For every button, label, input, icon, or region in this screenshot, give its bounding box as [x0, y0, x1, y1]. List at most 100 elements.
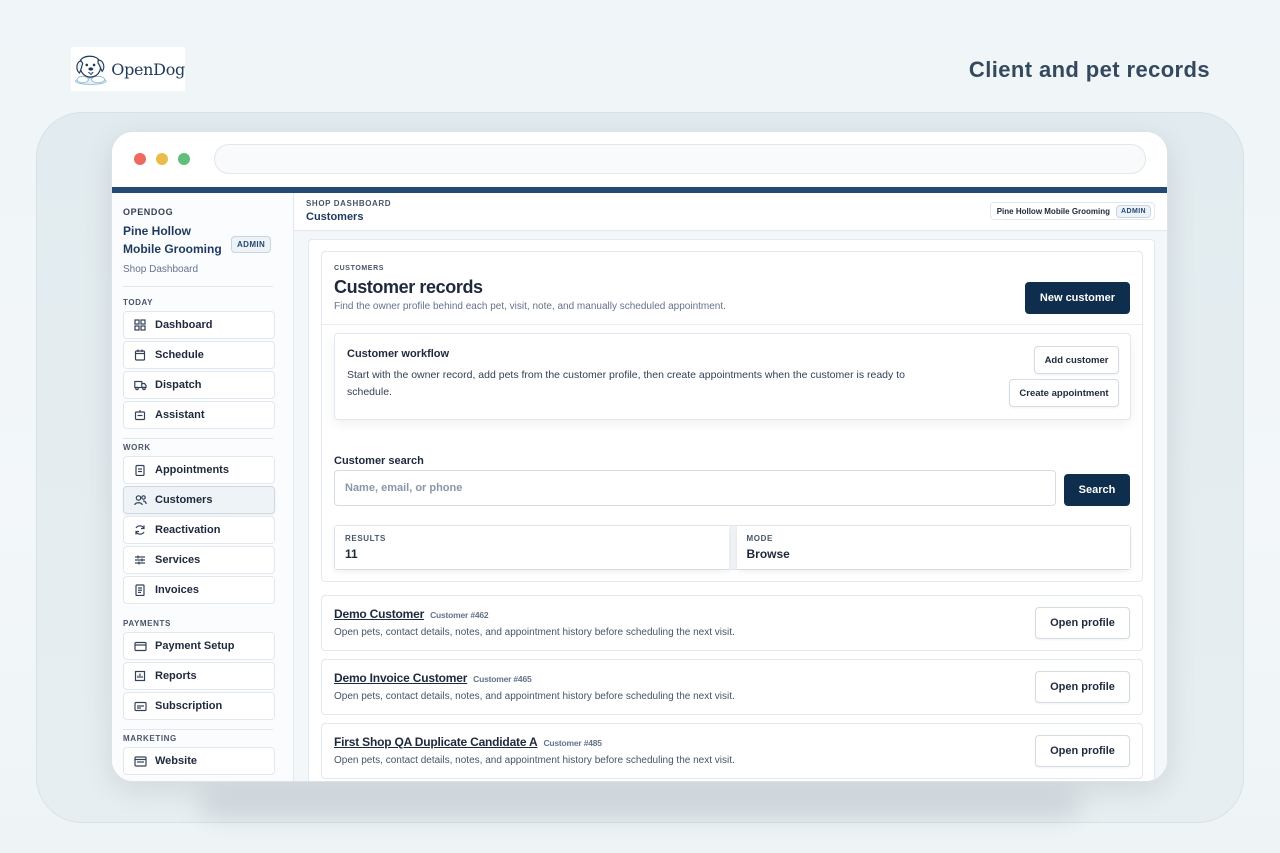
new-customer-button[interactable]: New customer — [1025, 282, 1130, 314]
brand-logo-text: OpenDog — [111, 59, 185, 79]
workflow-text: Start with the owner record, add pets fr… — [347, 369, 905, 398]
brand-logo: OpenDog — [71, 47, 185, 91]
address-bar[interactable] — [214, 144, 1146, 174]
open-profile-button[interactable]: Open profile — [1035, 735, 1130, 767]
sidebar-item-label: Reports — [155, 670, 197, 682]
dog-logo-icon — [75, 55, 107, 85]
card-icon — [133, 699, 147, 713]
document-icon — [133, 583, 147, 597]
hero-divider — [322, 324, 1142, 325]
sidebar-shop: Pine Hollow Mobile Grooming ADMIN — [123, 222, 293, 258]
clipboard-icon — [133, 463, 147, 477]
customer-name-link[interactable]: Demo Customer — [334, 607, 424, 621]
sidebar-eyebrow: OPENDOG — [123, 207, 174, 217]
mode-value: Browse — [746, 547, 790, 561]
top-bar: SHOP DASHBOARD Customers Pine Hollow Mob… — [294, 193, 1167, 231]
main-content: SHOP DASHBOARD Customers Pine Hollow Mob… — [294, 193, 1167, 781]
results-stat: RESULTS 11 — [335, 526, 729, 569]
calendar-icon — [133, 348, 147, 362]
sidebar-item-label: Website — [155, 755, 197, 767]
customer-description: Open pets, contact details, notes, and a… — [334, 755, 735, 766]
sidebar-item-invoices[interactable]: Invoices — [123, 576, 275, 604]
sidebar-item-label: Schedule — [155, 349, 204, 361]
sidebar-item-appointments[interactable]: Appointments — [123, 456, 275, 484]
customer-search-input[interactable] — [334, 470, 1056, 506]
browser-window: OPENDOG Pine Hollow Mobile Grooming ADMI… — [111, 131, 1168, 782]
sidebar-item-payment-setup[interactable]: Payment Setup — [123, 632, 275, 660]
sidebar-divider — [123, 286, 273, 287]
workflow-title: Customer workflow — [347, 348, 450, 360]
dashboard-icon — [133, 318, 147, 332]
sidebar-item-subscription[interactable]: Subscription — [123, 692, 275, 720]
create-appointment-button[interactable]: Create appointment — [1009, 379, 1119, 407]
sidebar-subtitle: Shop Dashboard — [123, 264, 199, 275]
refresh-icon — [133, 523, 147, 537]
customer-description: Open pets, contact details, notes, and a… — [334, 627, 735, 638]
sidebar-item-label: Customers — [155, 494, 213, 506]
sidebar-item-label: Subscription — [155, 700, 223, 712]
sidebar-item-dispatch[interactable]: Dispatch — [123, 371, 275, 399]
sidebar-item-label: Dashboard — [155, 319, 213, 331]
shop-switcher[interactable]: Pine Hollow Mobile Grooming ADMIN — [989, 202, 1155, 220]
search-button[interactable]: Search — [1064, 474, 1130, 506]
credit-card-icon — [133, 639, 147, 653]
sidebar-divider — [123, 438, 273, 439]
browser-icon — [133, 754, 147, 768]
page-headline: Client and pet records — [968, 57, 1210, 82]
customer-name-link[interactable]: Demo Invoice Customer — [334, 671, 467, 685]
sidebar-item-label: Payment Setup — [155, 640, 235, 652]
role-badge: ADMIN — [1116, 204, 1151, 218]
content-panel: CUSTOMERS Customer records Find the owne… — [308, 239, 1155, 781]
add-customer-button[interactable]: Add customer — [1034, 346, 1119, 374]
customers-header-card: CUSTOMERS Customer records Find the owne… — [321, 251, 1143, 582]
customer-id: Customer #485 — [543, 738, 602, 748]
users-icon — [133, 493, 147, 507]
sidebar-item-reports[interactable]: Reports — [123, 662, 275, 690]
role-badge: ADMIN — [231, 236, 272, 253]
results-value: 11 — [345, 547, 358, 561]
sidebar-divider — [123, 729, 273, 730]
sidebar-item-schedule[interactable]: Schedule — [123, 341, 275, 369]
open-profile-button[interactable]: Open profile — [1035, 671, 1130, 703]
workflow-card: Customer workflow Start with the owner r… — [334, 333, 1131, 420]
sidebar-item-label: Invoices — [155, 584, 200, 596]
app-shell: OPENDOG Pine Hollow Mobile Grooming ADMI… — [112, 193, 1167, 781]
stats-strip: RESULTS 11 MODE Browse — [334, 525, 1131, 570]
sidebar-item-assistant[interactable]: Assistant — [123, 401, 275, 429]
section-payments: PAYMENTS — [123, 619, 171, 628]
sidebar-item-website[interactable]: Website — [123, 747, 275, 775]
sidebar-item-label: Appointments — [155, 464, 229, 476]
hero-eyebrow: CUSTOMERS — [334, 265, 384, 272]
sidebar-item-label: Reactivation — [155, 524, 221, 536]
list-item: Demo Invoice Customer Customer #465 Open … — [321, 659, 1143, 715]
customer-id: Customer #462 — [430, 610, 489, 620]
bot-icon — [133, 408, 147, 422]
browser-chrome — [112, 132, 1167, 187]
sidebar-item-label: Dispatch — [155, 379, 202, 391]
list-item: Demo Customer Customer #462 Open pets, co… — [321, 595, 1143, 651]
sidebar-item-label: Services — [155, 554, 201, 566]
sidebar: OPENDOG Pine Hollow Mobile Grooming ADMI… — [112, 193, 294, 781]
frame-shadow — [200, 790, 1080, 820]
search-label: Customer search — [334, 455, 424, 467]
truck-icon — [133, 378, 147, 392]
page-subtitle: Find the owner profile behind each pet, … — [334, 301, 726, 312]
section-work: WORK — [123, 443, 151, 452]
list-item: First Shop QA Duplicate Candidate A Custo… — [321, 723, 1143, 779]
customer-name-link[interactable]: First Shop QA Duplicate Candidate A — [334, 735, 538, 749]
bar-chart-icon — [133, 669, 147, 683]
results-label: RESULTS — [345, 534, 386, 543]
section-today: TODAY — [123, 298, 154, 307]
window-maximize-dot[interactable] — [178, 153, 190, 165]
sidebar-item-label: Assistant — [155, 409, 205, 421]
window-close-dot[interactable] — [134, 153, 146, 165]
sidebar-item-services[interactable]: Services — [123, 546, 275, 574]
page-title: Customer records — [334, 277, 483, 297]
open-profile-button[interactable]: Open profile — [1035, 607, 1130, 639]
sidebar-item-reactivation[interactable]: Reactivation — [123, 516, 275, 544]
sidebar-item-customers[interactable]: Customers — [123, 486, 275, 514]
shop-name: Pine Hollow Mobile Grooming — [123, 224, 222, 256]
window-minimize-dot[interactable] — [156, 153, 168, 165]
mode-label: MODE — [746, 534, 773, 543]
sidebar-item-dashboard[interactable]: Dashboard — [123, 311, 275, 339]
